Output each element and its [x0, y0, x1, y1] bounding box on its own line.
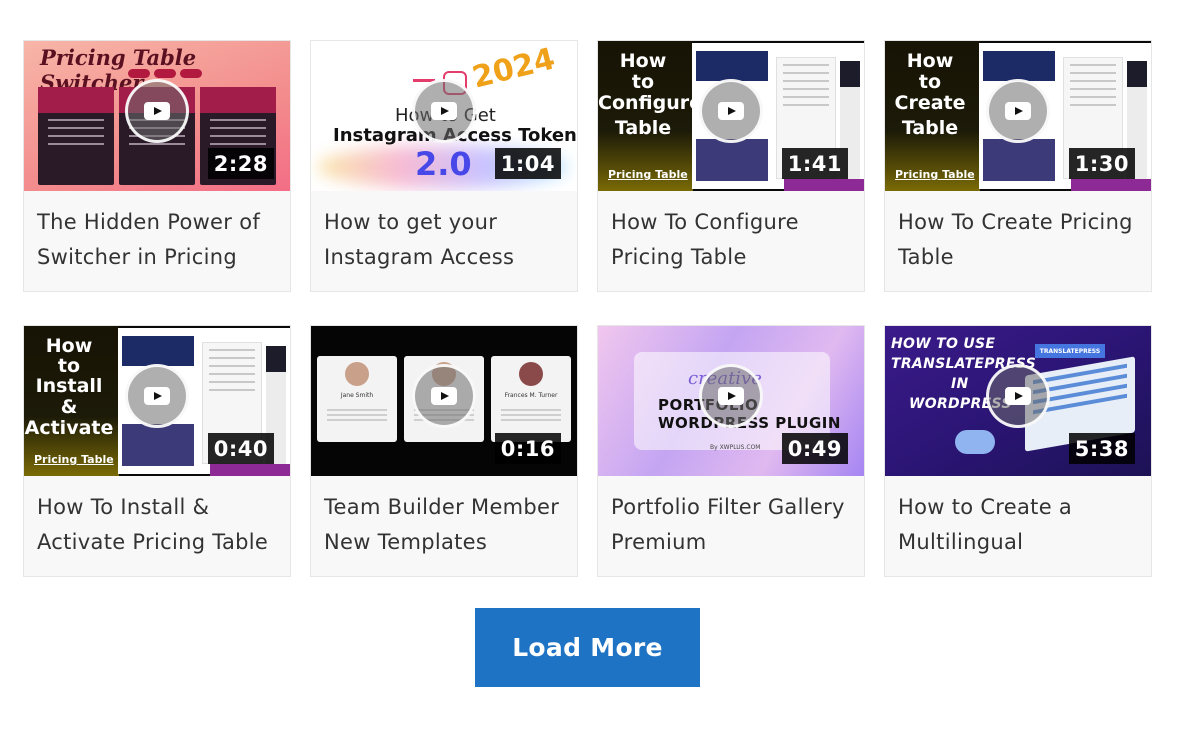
thumbnail-word: How [45, 335, 93, 357]
video-card[interactable]: Pricing Table Switcher 2:28 The Hidden P… [23, 40, 291, 292]
duration-badge: 0:16 [494, 433, 561, 464]
video-title[interactable]: How to Create a Multilingual [885, 476, 1151, 562]
video-thumbnail[interactable]: How to Create Table Pricing Table 1:30 [885, 41, 1151, 191]
load-more-button[interactable]: Load More [475, 608, 700, 687]
video-card[interactable]: How to Configure Table Pricing Table 1:4… [597, 40, 865, 292]
video-title[interactable]: Portfolio Filter Gallery Premium [598, 476, 864, 562]
play-button-icon[interactable] [699, 79, 763, 143]
video-card[interactable]: TRANSLATEPRESS HOW TO USE TRANSLATEPRESS… [884, 325, 1152, 577]
thumbnail-word: to [631, 71, 655, 93]
duration-badge: 1:30 [1068, 148, 1135, 179]
video-title[interactable]: How to get your Instagram Access [311, 191, 577, 277]
thumbnail-sub: Pricing Table [34, 453, 114, 466]
video-thumbnail[interactable]: 2024 How to Get Instagram Access Token 2… [311, 41, 577, 191]
thumbnail-sub: Pricing Table [608, 168, 688, 181]
thumbnail-word: Table [614, 117, 672, 139]
thumbnail-line: IN [951, 376, 969, 392]
play-button-icon[interactable] [699, 364, 763, 428]
play-button-icon[interactable] [412, 79, 476, 143]
thumbnail-word: How [619, 50, 667, 72]
play-button-icon[interactable] [125, 79, 189, 143]
thumbnail-line: HOW TO USE [891, 336, 996, 352]
thumbnail-word: Activate [24, 417, 114, 439]
video-card[interactable]: How to Create Table Pricing Table 1:30 H… [884, 40, 1152, 292]
video-title[interactable]: Team Builder Member New Templates [311, 476, 577, 562]
switch-pill [128, 69, 150, 78]
video-thumbnail[interactable]: Pricing Table Switcher 2:28 [24, 41, 290, 191]
thumbnail-year: 2024 [468, 41, 558, 96]
video-title[interactable]: How To Create Pricing Table [885, 191, 1151, 277]
member-card: Jane Smith [317, 356, 397, 442]
play-button-icon[interactable] [125, 364, 189, 428]
thumbnail-word: Create [894, 92, 966, 114]
thumbnail-version: 2.0 [415, 145, 472, 183]
avatar [519, 362, 543, 386]
thumbnail-sub: Pricing Table [895, 168, 975, 181]
duration-badge: 5:38 [1068, 433, 1135, 464]
play-button-icon[interactable] [412, 364, 476, 428]
duration-badge: 0:40 [207, 433, 274, 464]
avatar [345, 362, 369, 386]
video-thumbnail[interactable]: How to Install & Activate Pricing Table … [24, 326, 290, 476]
video-card[interactable]: creative PORTFOLIO WORDPRESS PLUGIN By X… [597, 325, 865, 577]
video-thumbnail[interactable]: Jane Smith Frances M. Turner 0:16 [311, 326, 577, 476]
pricing-column [38, 87, 114, 185]
member-name: Frances M. Turner [504, 392, 558, 399]
video-thumbnail[interactable]: creative PORTFOLIO WORDPRESS PLUGIN By X… [598, 326, 864, 476]
video-title[interactable]: How To Install & Activate Pricing Table [24, 476, 290, 562]
thumbnail-word: Configure [598, 92, 702, 114]
thumbnail-word: How [906, 50, 954, 72]
video-title[interactable]: The Hidden Power of Switcher in Pricing [24, 191, 290, 277]
thumbnail-word: Install [35, 375, 103, 397]
thumbnail-word: to [57, 355, 81, 377]
switch-pill [180, 69, 202, 78]
cloud-icon [955, 430, 995, 454]
duration-badge: 2:28 [207, 148, 274, 179]
duration-badge: 0:49 [781, 433, 848, 464]
video-thumbnail[interactable]: TRANSLATEPRESS HOW TO USE TRANSLATEPRESS… [885, 326, 1151, 476]
member-name: Jane Smith [340, 392, 374, 399]
thumbnail-tag: TRANSLATEPRESS [1035, 344, 1105, 358]
play-button-icon[interactable] [986, 364, 1050, 428]
video-thumbnail[interactable]: How to Configure Table Pricing Table 1:4… [598, 41, 864, 191]
switch-pill [154, 69, 176, 78]
video-card[interactable]: 2024 How to Get Instagram Access Token 2… [310, 40, 578, 292]
thumbnail-word: to [918, 71, 942, 93]
duration-badge: 1:04 [494, 148, 561, 179]
play-button-icon[interactable] [986, 79, 1050, 143]
video-card[interactable]: How to Install & Activate Pricing Table … [23, 325, 291, 577]
thumbnail-by: By XWPLUS.COM [710, 444, 761, 451]
duration-badge: 1:41 [781, 148, 848, 179]
thumbnail-word: Table [901, 117, 959, 139]
video-title[interactable]: How To Configure Pricing Table [598, 191, 864, 277]
video-card[interactable]: Jane Smith Frances M. Turner 0:16 Team B… [310, 325, 578, 577]
member-card: Frances M. Turner [491, 356, 571, 442]
thumbnail-word: & [60, 396, 78, 418]
video-grid: Pricing Table Switcher 2:28 The Hidden P… [23, 40, 1153, 577]
